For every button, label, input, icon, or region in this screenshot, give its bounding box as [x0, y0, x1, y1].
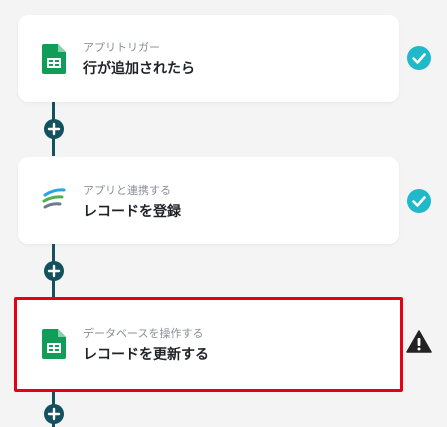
plus-icon [47, 407, 61, 421]
check-circle-icon [406, 188, 432, 214]
kintone-icon [42, 187, 66, 217]
add-step-button[interactable] [44, 119, 64, 139]
step-subtitle: アプリトリガー [83, 41, 160, 54]
step-title: レコードを登録 [83, 204, 181, 220]
warning-icon [406, 329, 432, 355]
step-subtitle: アプリと連携する [83, 184, 171, 197]
plus-icon [47, 122, 61, 136]
step-title: 行が追加されたら [83, 61, 195, 77]
add-step-button[interactable] [44, 261, 64, 281]
step-subtitle: データベースを操作する [83, 327, 204, 340]
add-step-button[interactable] [44, 404, 64, 424]
plus-icon [47, 264, 61, 278]
google-sheets-icon [42, 329, 66, 359]
google-sheets-icon [42, 44, 66, 74]
step-card-2[interactable]: アプリと連携する レコードを登録 [18, 157, 399, 244]
step-title: レコードを更新する [83, 347, 209, 363]
step-card-1[interactable]: アプリトリガー 行が追加されたら [18, 15, 399, 102]
check-circle-icon [406, 45, 432, 71]
step-card-3[interactable]: データベースを操作する レコードを更新する [14, 297, 403, 392]
